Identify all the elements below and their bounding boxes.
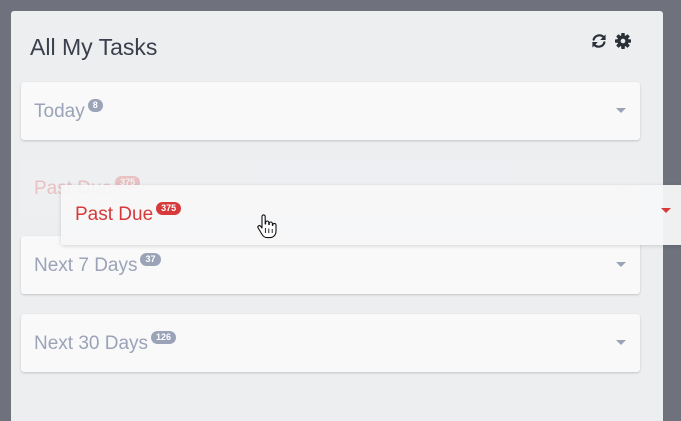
panel-title: All My Tasks <box>30 34 158 60</box>
dragged-card-past-due[interactable]: Past Due 375 <box>61 185 681 245</box>
gear-icon[interactable] <box>614 32 632 50</box>
card-label: Next 7 Days 37 <box>34 253 161 277</box>
card-label: Past Due375 <box>75 202 182 226</box>
refresh-icon[interactable] <box>590 32 608 50</box>
card-label: Today 8 <box>34 99 103 123</box>
count-badge: 37 <box>140 253 161 266</box>
caret-down-icon[interactable] <box>616 340 626 345</box>
count-badge: 126 <box>151 331 177 344</box>
caret-down-icon[interactable] <box>661 208 671 213</box>
hand-cursor-icon <box>256 214 278 240</box>
caret-down-icon[interactable] <box>616 108 626 113</box>
card-next-30-days[interactable]: Next 30 Days 126 <box>21 314 640 372</box>
count-badge: 8 <box>87 99 103 112</box>
count-badge: 375 <box>156 202 182 215</box>
card-label: Next 30 Days 126 <box>34 331 177 355</box>
caret-down-icon[interactable] <box>616 262 626 267</box>
card-today[interactable]: Today 8 <box>21 82 640 140</box>
